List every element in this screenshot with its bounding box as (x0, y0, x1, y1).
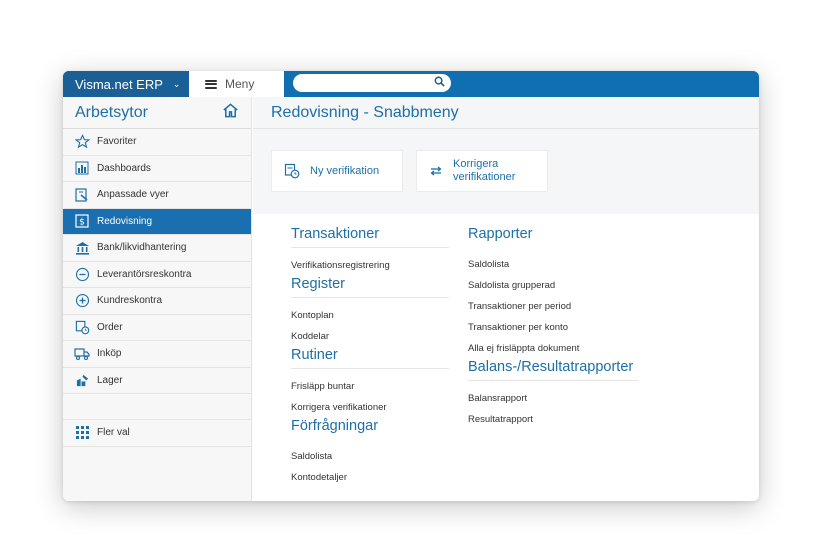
link-korrigera-verifikationer[interactable]: Korrigera verifikationer (291, 397, 449, 418)
sidebar-item-label: Lager (97, 374, 123, 386)
search-icon[interactable] (434, 76, 445, 90)
sidebar-item-order[interactable]: Order (63, 315, 251, 341)
link-saldolista[interactable]: Saldolista (291, 446, 449, 467)
quick-menu-panel: Transaktioner Verifikationsregistrering … (253, 214, 759, 501)
page-title: Redovisning - Snabbmeny (253, 97, 759, 129)
chevron-down-icon: ⌄ (172, 78, 181, 89)
sidebar-item-favoriter[interactable]: Favoriter (63, 129, 251, 156)
sidebar-item-label: Kundreskontra (97, 295, 163, 307)
brand-label: Visma.net ERP (75, 76, 163, 92)
sidebar-item-label: Inköp (97, 348, 122, 360)
hamburger-icon (205, 79, 217, 89)
link-verifikationsregistrering[interactable]: Verifikationsregistrering (291, 255, 449, 276)
grid-icon (74, 425, 90, 441)
link-saldolista-grupperad[interactable]: Saldolista grupperad (468, 275, 638, 296)
link-resultatrapport[interactable]: Resultatrapport (468, 409, 638, 430)
link-kontoplan[interactable]: Kontoplan (291, 305, 449, 326)
company-selector[interactable]: Visma.net ERP ⌄ (63, 71, 189, 97)
menu-column-right: Rapporter Saldolista Saldolista gruppera… (468, 226, 638, 430)
link-kontodetaljer[interactable]: Kontodetaljer (291, 467, 449, 488)
sidebar-item-anpassade-vyer[interactable]: Anpassade vyer (63, 182, 251, 209)
link-alla-ej-frislappta[interactable]: Alla ej frisläppta dokument (468, 338, 638, 359)
sidebar-item-bank[interactable]: Bank/likvidhantering (63, 235, 251, 262)
link-transaktioner-per-konto[interactable]: Transaktioner per konto (468, 317, 638, 338)
top-bar: Visma.net ERP ⌄ Meny (63, 71, 759, 97)
menu-button[interactable]: Meny (189, 71, 284, 97)
search-box (293, 74, 451, 92)
new-voucher-label: Ny verifikation (310, 165, 380, 177)
sidebar-item-inkop[interactable]: Inköp (63, 341, 251, 368)
warehouse-icon (74, 372, 90, 388)
dollar-doc-icon: $ (74, 213, 90, 229)
section-title-rapporter: Rapporter (468, 226, 533, 242)
sidebar-item-dashboards[interactable]: Dashboards (63, 156, 251, 182)
bank-icon (74, 240, 90, 256)
correct-vouchers-line1: Korrigera (453, 158, 499, 170)
sidebar-item-fler-val[interactable]: Fler val (63, 420, 251, 447)
section-title-register: Register (291, 276, 449, 298)
sidebar-item-label: Fler val (97, 427, 130, 439)
sidebar-item-redovisning[interactable]: $ Redovisning (63, 208, 251, 235)
truck-icon (74, 346, 90, 362)
correct-vouchers-button[interactable]: Korrigera verifikationer (416, 150, 548, 192)
minus-circle-icon (74, 266, 90, 282)
sidebar-item-label: Leverantörsreskontra (97, 268, 192, 280)
sidebar-item-label: Bank/likvidhantering (97, 242, 187, 254)
section-title-rutiner: Rutiner (291, 347, 449, 369)
section-title-balans: Balans-/Resultatrapporter (468, 359, 638, 381)
link-frislapp-buntar[interactable]: Frisläpp buntar (291, 376, 449, 397)
link-transaktioner-per-period[interactable]: Transaktioner per period (468, 296, 638, 317)
sidebar-item-leverantorsreskontra[interactable]: Leverantörsreskontra (63, 262, 251, 288)
link-koddelar[interactable]: Koddelar (291, 326, 449, 347)
correct-vouchers-label: Korrigera verifikationer (453, 158, 515, 184)
sidebar-item-label: Anpassade vyer (97, 189, 169, 201)
section-title-forfragningar: Förfrågningar (291, 418, 379, 434)
sidebar-item-label: Dashboards (97, 162, 151, 174)
order-icon (74, 319, 90, 335)
sidebar-title: Arbetsytor (75, 103, 148, 121)
section-title-transaktioner: Transaktioner (291, 226, 449, 248)
app-window: Visma.net ERP ⌄ Meny Arbetsytor Favorite… (63, 71, 759, 501)
search-input[interactable] (304, 75, 434, 91)
bar-chart-icon (74, 160, 90, 176)
sidebar-item-label: Order (97, 321, 123, 333)
sidebar: Arbetsytor Favoriter Dashboards Anpassad… (63, 97, 252, 501)
sidebar-item-label: Redovisning (97, 215, 153, 227)
menu-label: Meny (225, 77, 255, 91)
new-voucher-button[interactable]: Ny verifikation (271, 150, 403, 192)
sidebar-item-kundreskontra[interactable]: Kundreskontra (63, 288, 251, 315)
sidebar-header: Arbetsytor (63, 97, 251, 129)
custom-view-icon (74, 187, 90, 203)
menu-column-left: Transaktioner Verifikationsregistrering … (291, 226, 449, 488)
link-saldolista-rapport[interactable]: Saldolista (468, 254, 638, 275)
sidebar-spacer (63, 394, 251, 420)
new-voucher-icon (284, 163, 300, 179)
swap-arrows-icon (429, 165, 443, 177)
sidebar-item-lager[interactable]: Lager (63, 368, 251, 394)
plus-circle-icon (74, 293, 90, 309)
star-icon (74, 134, 90, 150)
svg-text:$: $ (79, 218, 85, 228)
home-icon[interactable] (222, 102, 239, 123)
sidebar-item-label: Favoriter (97, 136, 137, 148)
main-content: Redovisning - Snabbmeny Ny verifikation … (253, 97, 759, 501)
link-balansrapport[interactable]: Balansrapport (468, 388, 638, 409)
correct-vouchers-line2: verifikationer (453, 171, 516, 183)
